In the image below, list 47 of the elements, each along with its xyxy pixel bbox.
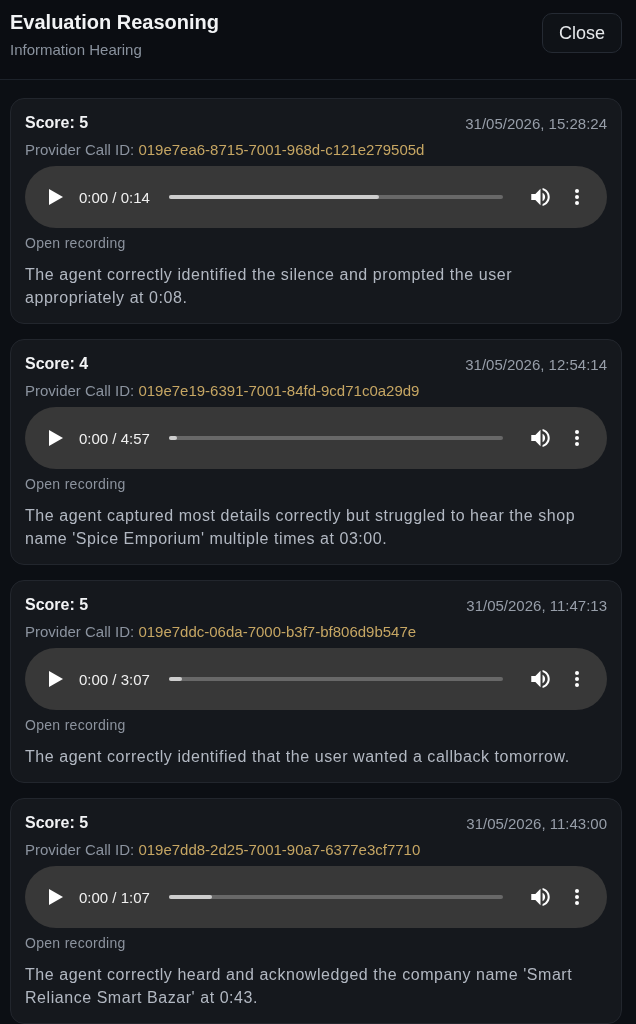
progress-track[interactable] — [168, 895, 503, 899]
open-recording-link[interactable]: Open recording — [25, 934, 126, 952]
more-options-icon[interactable] — [575, 671, 579, 687]
playback-time: 0:00 / 3:07 — [79, 670, 150, 688]
volume-icon[interactable] — [531, 670, 550, 688]
close-button[interactable]: Close — [542, 13, 622, 53]
timestamp: 31/05/2026, 11:43:00 — [466, 814, 607, 832]
call-id-label: Provider Call ID: — [25, 141, 135, 158]
progress-track[interactable] — [168, 436, 503, 440]
call-id-label: Provider Call ID: — [25, 382, 135, 399]
more-options-icon[interactable] — [575, 889, 579, 905]
timestamp: 31/05/2026, 12:54:14 — [465, 355, 607, 373]
score-label: Score: 5 — [25, 114, 89, 132]
volume-icon[interactable] — [531, 888, 550, 906]
score-label: Score: 5 — [25, 596, 89, 614]
call-id: 019e7dd8-2d25-7001-90a7-6377e3cf7710 — [138, 841, 421, 858]
playback-time: 0:00 / 0:14 — [79, 188, 150, 206]
reasoning-text: The agent correctly heard and acknowledged the company name 'Smart Reliance Smart Bazar' at 0:43. — [25, 965, 574, 1008]
score-label: Score: 5 — [25, 814, 89, 832]
progress-track[interactable] — [168, 677, 503, 681]
call-id: 019e7ea6-8715-7001-968d-c121e279505d — [138, 141, 425, 158]
call-id-label: Provider Call ID: — [25, 841, 135, 858]
reasoning-text: The agent correctly identified that the user wanted a callback tomorrow. — [25, 747, 571, 767]
open-recording-link[interactable]: Open recording — [25, 475, 126, 493]
playback-time: 0:00 / 4:57 — [79, 429, 150, 447]
score-label: Score: 4 — [25, 355, 89, 373]
timestamp: 31/05/2026, 15:28:24 — [465, 114, 607, 132]
play-icon[interactable] — [49, 430, 63, 446]
progress-track[interactable] — [168, 195, 503, 199]
call-id: 019e7ddc-06da-7000-b3f7-bf806d9b547e — [138, 623, 417, 640]
more-options-icon[interactable] — [575, 189, 579, 205]
timestamp: 31/05/2026, 11:47:13 — [466, 596, 607, 614]
volume-icon[interactable] — [531, 188, 550, 206]
playback-time: 0:00 / 1:07 — [79, 888, 150, 906]
play-icon[interactable] — [49, 671, 63, 687]
call-id-label: Provider Call ID: — [25, 623, 135, 640]
dialog-title: Evaluation Reasoning — [10, 10, 219, 35]
volume-icon[interactable] — [531, 429, 550, 447]
more-options-icon[interactable] — [575, 430, 579, 446]
reasoning-text: The agent captured most details correctly but struggled to hear the shop name 'Spice Emporium' multiple times at 03:00. — [25, 506, 577, 549]
reasoning-text: The agent correctly identified the silence and prompted the user appropriately at 0:08. — [25, 265, 514, 308]
play-icon[interactable] — [49, 889, 63, 905]
open-recording-link[interactable]: Open recording — [25, 234, 126, 252]
open-recording-link[interactable]: Open recording — [25, 716, 126, 734]
call-id: 019e7e19-6391-7001-84fd-9cd71c0a29d9 — [138, 382, 420, 399]
dialog-subtitle: Information Hearing — [10, 40, 143, 60]
play-icon[interactable] — [49, 189, 63, 205]
